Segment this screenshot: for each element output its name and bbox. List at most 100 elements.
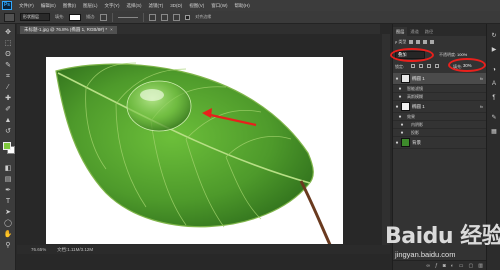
status-bar: 76.65% 文档:1.11M/3.12M bbox=[17, 245, 390, 254]
pixel-filter-icon[interactable] bbox=[409, 40, 414, 44]
close-icon[interactable]: × bbox=[110, 27, 113, 32]
type-tool-icon[interactable]: T bbox=[3, 197, 13, 207]
menu-type[interactable]: 文字(Y) bbox=[105, 3, 120, 9]
lock-label: 锁定: bbox=[395, 64, 405, 69]
menu-edit[interactable]: 编辑(E) bbox=[41, 3, 56, 9]
layer-effect-row[interactable]: ● 投影 bbox=[393, 129, 487, 137]
tool-preset-picker[interactable] bbox=[4, 12, 15, 22]
gear-icon[interactable] bbox=[173, 13, 181, 21]
layers-panel: 图层 通道 路径 ρ 类型 叠加 不透明度: 100% 锁定: 填充: 30% … bbox=[390, 24, 487, 270]
annotation-oval-blend bbox=[390, 48, 434, 62]
tab-layers[interactable]: 图层 bbox=[393, 27, 408, 36]
path-operations-icon[interactable] bbox=[149, 13, 157, 21]
layers-panel-footer: ∞ ƒ ◙ ◐ ▭ ▢ ▥ bbox=[393, 260, 487, 270]
menu-file[interactable]: 文件(F) bbox=[19, 3, 34, 9]
eye-icon[interactable]: ● bbox=[393, 86, 407, 92]
path-alignment-icon[interactable] bbox=[161, 13, 169, 21]
gradient-tool-icon[interactable]: ▤ bbox=[3, 175, 13, 185]
healing-brush-tool-icon[interactable]: ✚ bbox=[3, 94, 13, 104]
crop-tool-icon[interactable]: ⌗ bbox=[3, 72, 13, 82]
history-icon[interactable]: ↻ bbox=[490, 32, 498, 40]
character-icon[interactable]: A bbox=[490, 80, 498, 88]
fill-color-swatch[interactable] bbox=[69, 13, 82, 21]
lock-pixels-icon[interactable] bbox=[411, 64, 415, 68]
menu-image[interactable]: 图像(I) bbox=[63, 3, 76, 9]
stroke-color-swatch[interactable] bbox=[100, 13, 108, 21]
eyedropper-tool-icon[interactable]: ⁄ bbox=[3, 83, 13, 93]
eraser-tool-icon[interactable]: ◧ bbox=[3, 164, 13, 174]
brush-settings-icon[interactable]: ✎ bbox=[490, 114, 498, 122]
image-canvas[interactable] bbox=[46, 57, 343, 244]
lasso-tool-icon[interactable]: ʘ bbox=[3, 50, 13, 60]
menu-filter[interactable]: 滤镜(T) bbox=[149, 3, 164, 9]
layer-row[interactable]: ● 背景 bbox=[393, 137, 487, 149]
menu-window[interactable]: 窗口(W) bbox=[211, 3, 227, 9]
brush-tool-icon[interactable]: ✐ bbox=[3, 105, 13, 115]
lock-paint-icon[interactable] bbox=[419, 64, 423, 68]
eye-icon[interactable]: ● bbox=[393, 140, 401, 146]
layer-effect-row[interactable]: ● 内阴影 bbox=[393, 121, 487, 129]
actions-icon[interactable]: ▶ bbox=[490, 46, 498, 54]
lock-position-icon[interactable] bbox=[427, 64, 431, 68]
opacity-label: 不透明度: bbox=[439, 52, 457, 57]
pen-tool-icon[interactable]: ✒ bbox=[3, 186, 13, 196]
menu-select[interactable]: 选择(S) bbox=[127, 3, 142, 9]
lock-all-icon[interactable] bbox=[435, 64, 439, 68]
fx-icon[interactable]: ƒ bbox=[435, 263, 438, 269]
eye-icon[interactable]: ● bbox=[393, 76, 401, 82]
adjustments-icon[interactable]: ◑ bbox=[490, 66, 498, 74]
layer-effect-name: 投影 bbox=[411, 129, 419, 135]
paragraph-icon[interactable]: ¶ bbox=[490, 94, 498, 102]
menu-3d[interactable]: 3D(D) bbox=[170, 3, 182, 8]
tab-paths[interactable]: 路径 bbox=[422, 27, 436, 36]
foreground-color-swatch[interactable] bbox=[3, 142, 11, 150]
clone-stamp-tool-icon[interactable]: ▲ bbox=[3, 116, 13, 126]
tab-channels[interactable]: 通道 bbox=[407, 27, 421, 36]
zoom-level[interactable]: 76.65% bbox=[31, 245, 46, 254]
shape-filter-icon[interactable] bbox=[430, 40, 435, 44]
mask-icon[interactable]: ◙ bbox=[443, 263, 446, 269]
fx-icon[interactable]: fx bbox=[480, 76, 483, 81]
adjustment-filter-icon[interactable] bbox=[416, 40, 421, 44]
link-icon[interactable]: ∞ bbox=[426, 263, 430, 269]
fill-label: 填充: bbox=[55, 14, 65, 19]
move-tool-icon[interactable]: ✥ bbox=[3, 28, 13, 38]
fx-icon[interactable]: fx bbox=[480, 104, 483, 109]
history-brush-tool-icon[interactable]: ↺ bbox=[3, 127, 13, 137]
eye-icon[interactable]: ● bbox=[393, 130, 411, 136]
zoom-tool-icon[interactable]: ⚲ bbox=[3, 241, 13, 251]
eye-icon[interactable]: ● bbox=[393, 122, 411, 128]
menu-view[interactable]: 视图(V) bbox=[189, 3, 204, 9]
eye-icon[interactable]: ● bbox=[393, 104, 401, 110]
layer-effect-row[interactable]: ● 高斯模糊 bbox=[393, 93, 487, 101]
layer-filter-select[interactable]: ρ 类型 bbox=[395, 39, 406, 45]
vertical-scrollbar[interactable] bbox=[382, 34, 390, 245]
layer-effect-row[interactable]: ● 效果 bbox=[393, 113, 487, 121]
type-filter-icon[interactable] bbox=[423, 40, 428, 44]
layer-row[interactable]: ● 椭圆 1 fx bbox=[393, 73, 487, 85]
layer-effect-row[interactable]: ● 智能滤镜 bbox=[393, 85, 487, 93]
menu-help[interactable]: 帮助(H) bbox=[235, 3, 250, 9]
stroke-type-select[interactable] bbox=[118, 16, 139, 18]
document-tab[interactable]: 未标题-1.jpg @ 76.8% (椭圆 1, RGB/8#) * × bbox=[20, 26, 117, 34]
trash-icon[interactable]: ▥ bbox=[478, 263, 483, 269]
layer-list: ● 椭圆 1 fx ● 智能滤镜 ● 高斯模糊 ● 椭圆 1 fx ● 效果 ●… bbox=[393, 73, 487, 149]
layer-effect-name: 内阴影 bbox=[411, 121, 423, 127]
eye-icon[interactable]: ● bbox=[393, 114, 407, 120]
new-layer-icon[interactable]: ▢ bbox=[469, 263, 474, 269]
opacity-input[interactable]: 100% bbox=[457, 52, 467, 57]
menu-layer[interactable]: 图层(L) bbox=[83, 3, 98, 9]
hand-tool-icon[interactable]: ✋ bbox=[3, 230, 13, 240]
layer-name: 椭圆 1 bbox=[412, 75, 425, 81]
path-select-tool-icon[interactable]: ➤ bbox=[3, 208, 13, 218]
mode-select[interactable]: 形状图层 bbox=[20, 13, 50, 21]
swatches-icon[interactable]: ▦ bbox=[490, 128, 498, 136]
ellipse-tool-icon[interactable]: ◯ bbox=[3, 219, 13, 229]
marquee-tool-icon[interactable]: ⬚ bbox=[3, 39, 13, 49]
eye-icon[interactable]: ● bbox=[393, 94, 407, 100]
quick-select-tool-icon[interactable]: ✎ bbox=[3, 61, 13, 71]
adjustment-icon[interactable]: ◐ bbox=[451, 263, 454, 269]
layer-row[interactable]: ● 椭圆 1 fx bbox=[393, 101, 487, 113]
align-edges-checkbox[interactable] bbox=[185, 14, 191, 20]
folder-icon[interactable]: ▭ bbox=[459, 263, 464, 269]
